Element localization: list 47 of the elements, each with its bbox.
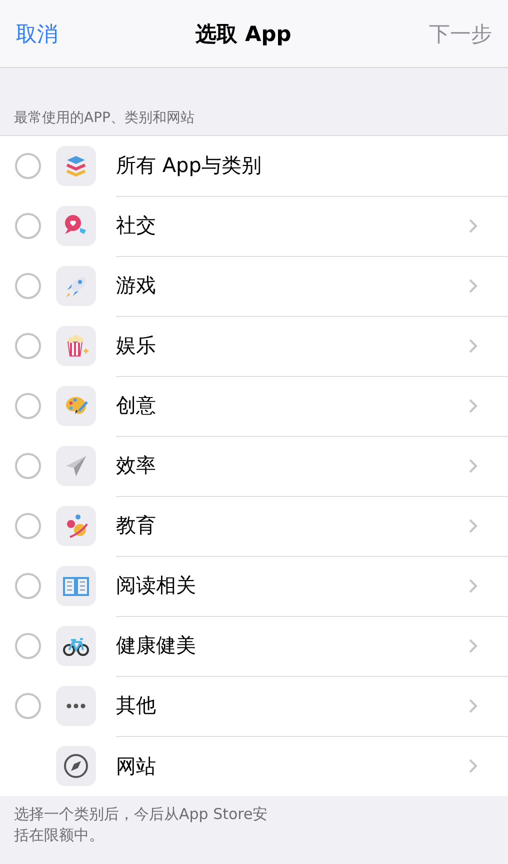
- chat-bubbles-icon: [56, 206, 96, 246]
- list-item-label[interactable]: 游戏: [116, 272, 468, 299]
- stack-icon: [56, 146, 96, 186]
- list-item-label[interactable]: 所有 App与类别: [116, 152, 508, 179]
- list-item-label[interactable]: 娱乐: [116, 332, 468, 359]
- radio-button[interactable]: [15, 153, 41, 179]
- chevron-icon: [468, 278, 478, 294]
- palette-icon: [56, 386, 96, 426]
- list-item-label[interactable]: 社交: [116, 212, 468, 239]
- ellipsis-icon: [56, 686, 96, 726]
- chevron-icon: [468, 458, 478, 474]
- radio-button[interactable]: [15, 333, 41, 359]
- planet-icon: [56, 506, 96, 546]
- rocket-icon: [56, 266, 96, 306]
- radio-button[interactable]: [15, 393, 41, 419]
- chevron-icon: [468, 218, 478, 234]
- chevron-icon: [468, 638, 478, 654]
- chevron-icon: [468, 698, 478, 714]
- footer-text: 选择一个类别后，今后从App Store安: [14, 804, 269, 825]
- list-item-label[interactable]: 网站: [116, 752, 468, 780]
- radio-button[interactable]: [15, 273, 41, 299]
- list-item-label[interactable]: 教育: [116, 512, 468, 539]
- radio-button[interactable]: [15, 453, 41, 479]
- bicycle-icon: [56, 626, 96, 666]
- list-item-label[interactable]: 阅读相关: [116, 572, 468, 599]
- book-icon: [56, 566, 96, 606]
- chevron-icon: [468, 398, 478, 414]
- radio-button[interactable]: [15, 633, 41, 659]
- popcorn-icon: [56, 326, 96, 366]
- chevron-icon: [468, 578, 478, 594]
- radio-button[interactable]: [15, 213, 41, 239]
- chevron-icon: [468, 518, 478, 534]
- radio-button[interactable]: [15, 513, 41, 539]
- chevron-icon: [468, 338, 478, 354]
- footer-text: 括在限额中。: [14, 825, 105, 846]
- list-item-label[interactable]: 其他: [116, 692, 468, 719]
- radio-button[interactable]: [15, 573, 41, 599]
- paper-plane-icon: [56, 446, 96, 486]
- chevron-icon: [468, 758, 478, 774]
- list-item-label[interactable]: 效率: [116, 452, 468, 479]
- list-item-label[interactable]: 健康健美: [116, 632, 468, 659]
- window-title: 选取 App: [196, 20, 292, 48]
- section-header: 最常使用的APP、类别和网站: [14, 109, 194, 127]
- cancel-button[interactable]: 取消: [16, 20, 58, 48]
- compass-icon: [56, 746, 96, 786]
- radio-button[interactable]: [15, 693, 41, 719]
- list-item-label[interactable]: 创意: [116, 392, 468, 419]
